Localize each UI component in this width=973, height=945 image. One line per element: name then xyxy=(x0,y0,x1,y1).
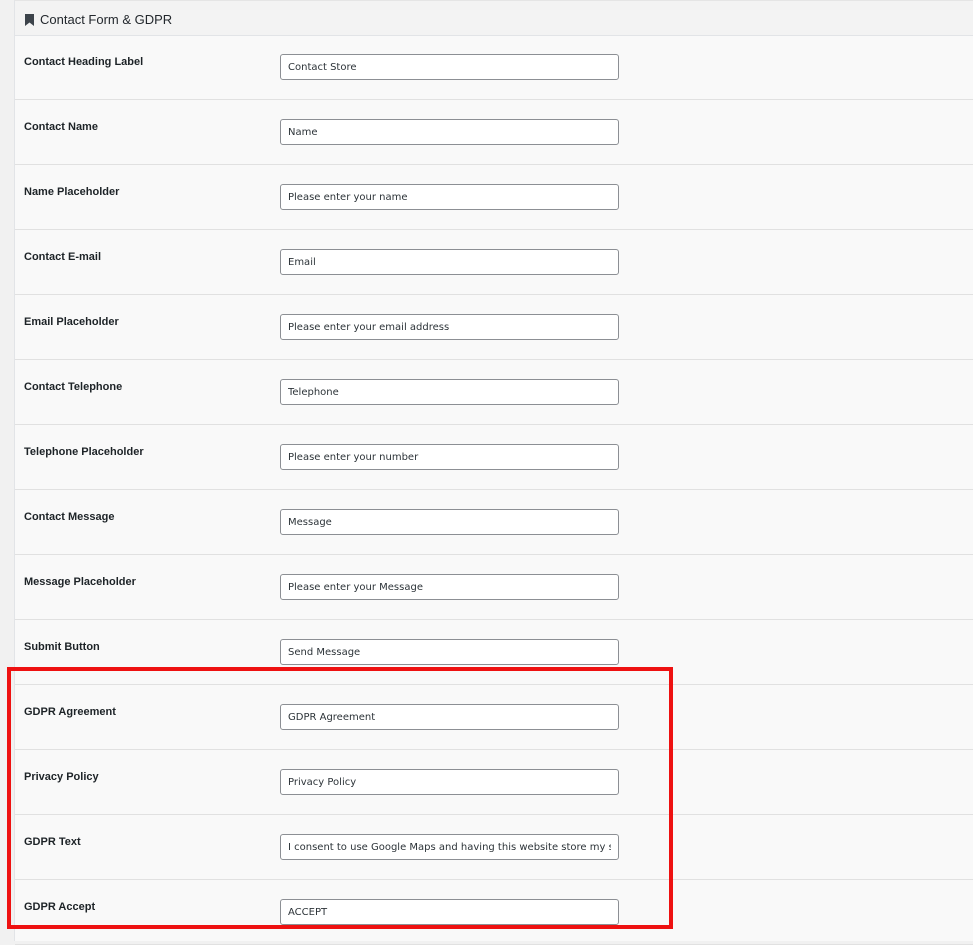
field-label: Contact Heading Label xyxy=(24,56,144,68)
field-row-telephone-placeholder: Telephone Placeholder xyxy=(15,425,973,490)
field-label: Contact E-mail xyxy=(24,251,102,263)
field-label: Submit Button xyxy=(24,641,100,653)
telephone-placeholder-input[interactable] xyxy=(280,444,619,470)
field-row-submit-button: Submit Button xyxy=(15,620,973,685)
field-label: GDPR Accept xyxy=(24,901,96,913)
field-row-privacy-policy: Privacy Policy xyxy=(15,750,973,815)
contact-message-input[interactable] xyxy=(280,509,619,535)
panel-title: Contact Form & GDPR xyxy=(40,12,173,27)
contact-heading-label-input[interactable] xyxy=(280,54,619,80)
contact-form-gdpr-panel: Contact Form & GDPR Contact Heading Labe… xyxy=(14,0,973,945)
field-row-gdpr-accept: GDPR Accept xyxy=(15,880,973,945)
submit-button-text-input[interactable] xyxy=(280,639,619,665)
name-placeholder-input[interactable] xyxy=(280,184,619,210)
field-label: Telephone Placeholder xyxy=(24,446,144,458)
field-label: Email Placeholder xyxy=(24,316,119,328)
field-row-contact-telephone: Contact Telephone xyxy=(15,360,973,425)
bookmark-icon xyxy=(25,14,34,26)
field-row-email-placeholder: Email Placeholder xyxy=(15,295,973,360)
privacy-policy-input[interactable] xyxy=(280,769,619,795)
gdpr-agreement-input[interactable] xyxy=(280,704,619,730)
field-label: GDPR Agreement xyxy=(24,706,116,718)
field-row-gdpr-text: GDPR Text xyxy=(15,815,973,880)
field-row-contact-message: Contact Message xyxy=(15,490,973,555)
field-label: Contact Telephone xyxy=(24,381,123,393)
field-row-contact-email: Contact E-mail xyxy=(15,230,973,295)
field-label: Contact Message xyxy=(24,511,115,523)
gdpr-accept-input[interactable] xyxy=(280,899,619,925)
contact-email-input[interactable] xyxy=(280,249,619,275)
field-label: Message Placeholder xyxy=(24,576,136,588)
message-placeholder-input[interactable] xyxy=(280,574,619,600)
contact-name-input[interactable] xyxy=(280,119,619,145)
field-label: GDPR Text xyxy=(24,836,81,848)
gdpr-text-input[interactable] xyxy=(280,834,619,860)
field-label: Privacy Policy xyxy=(24,771,99,783)
field-row-name-placeholder: Name Placeholder xyxy=(15,165,973,230)
field-row-contact-heading-label: Contact Heading Label xyxy=(15,35,973,100)
field-label: Contact Name xyxy=(24,121,98,133)
field-label: Name Placeholder xyxy=(24,186,120,198)
field-row-message-placeholder: Message Placeholder xyxy=(15,555,973,620)
panel-header[interactable]: Contact Form & GDPR xyxy=(15,1,973,36)
email-placeholder-input[interactable] xyxy=(280,314,619,340)
field-row-gdpr-agreement: GDPR Agreement xyxy=(15,685,973,750)
field-row-contact-name: Contact Name xyxy=(15,100,973,165)
contact-telephone-input[interactable] xyxy=(280,379,619,405)
